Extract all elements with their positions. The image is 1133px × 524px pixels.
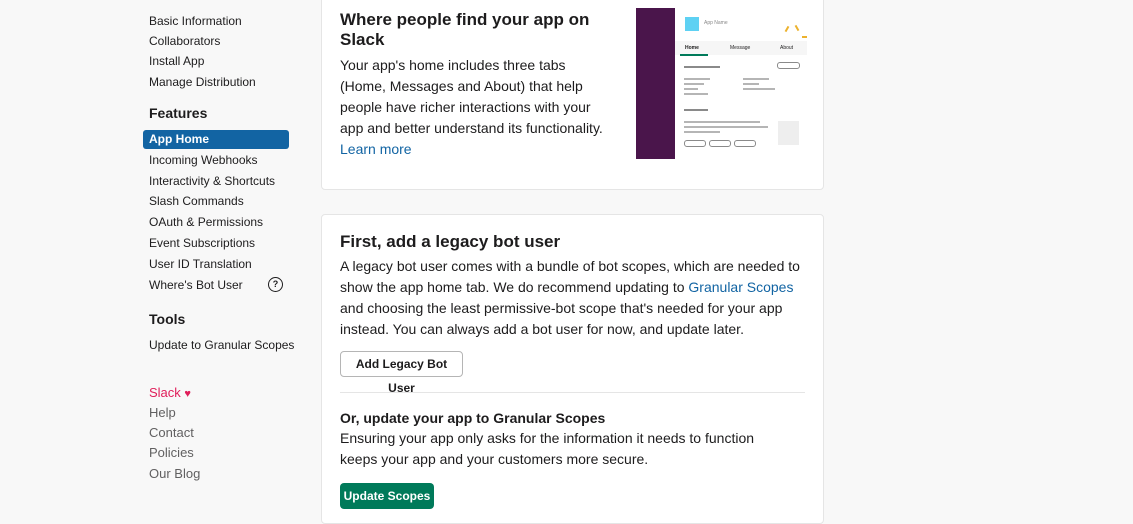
legacy-bot-text-2: and choosing the least permissive-bot sc… (340, 300, 783, 337)
app-home-info-title: Where people find your app on Slack (340, 10, 590, 49)
sidebar-item-install-app[interactable]: Install App (149, 53, 204, 69)
heart-icon: ♥ (184, 388, 191, 400)
update-scopes-button[interactable]: Update Scopes (340, 483, 434, 509)
illustration-tab-home: Home (685, 45, 699, 51)
illustration-line (684, 126, 768, 128)
sidebar-item-manage-distribution[interactable]: Manage Distribution (149, 74, 256, 90)
illustration-line (743, 88, 775, 90)
sidebar-nav: Basic Information Collaborators Install … (0, 0, 300, 510)
footer-contact-link[interactable]: Contact (149, 425, 194, 441)
illustration-app-name: App Name (704, 20, 728, 26)
footer-slack-link[interactable]: Slack ♥ (149, 385, 191, 402)
features-heading: Features (149, 105, 208, 121)
illustration-line (684, 78, 710, 80)
sidebar-item-oauth-permissions[interactable]: OAuth & Permissions (149, 214, 263, 230)
sparkle-ray (784, 25, 790, 33)
sidebar-item-basic-information[interactable]: Basic Information (149, 13, 242, 29)
sidebar-item-update-granular-scopes[interactable]: Update to Granular Scopes (149, 337, 294, 353)
update-scopes-heading: Or, update your app to Granular Scopes (340, 410, 606, 426)
question-circle-icon[interactable]: ? (268, 277, 283, 292)
illustration-tab-underline (680, 54, 708, 56)
illustration-app-icon (685, 17, 699, 31)
illustration-button (709, 140, 731, 147)
sparkle-icon (794, 24, 800, 32)
sidebar-item-app-home[interactable]: App Home (143, 130, 289, 149)
illustration-image (778, 121, 799, 145)
sidebar-item-collaborators[interactable]: Collaborators (149, 33, 220, 49)
sidebar-item-slash-commands[interactable]: Slash Commands (149, 193, 244, 209)
footer-blog-link[interactable]: Our Blog (149, 466, 200, 482)
app-home-info-description: Your app's home includes three tabs (Hom… (340, 55, 610, 160)
app-home-info-text: Your app's home includes three tabs (Hom… (340, 57, 603, 136)
app-home-illustration: App Name Home Message About (636, 8, 807, 159)
illustration-button (777, 62, 800, 69)
learn-more-link[interactable]: Learn more (340, 141, 412, 157)
sidebar-item-wheres-bot-user[interactable]: Where's Bot User (149, 277, 243, 293)
legacy-bot-description: A legacy bot user comes with a bundle of… (340, 256, 805, 340)
illustration-line (684, 121, 760, 123)
illustration-tab-about: About (780, 45, 794, 51)
illustration-line (684, 83, 704, 85)
illustration-sidebar (636, 8, 675, 159)
illustration-line (743, 83, 759, 85)
illustration-line (684, 66, 720, 68)
granular-scopes-link[interactable]: Granular Scopes (688, 279, 793, 295)
sidebar-item-interactivity-shortcuts[interactable]: Interactivity & Shortcuts (149, 173, 275, 189)
footer-policies-link[interactable]: Policies (149, 445, 194, 461)
sidebar-item-user-id-translation[interactable]: User ID Translation (149, 256, 252, 272)
update-scopes-description: Ensuring your app only asks for the info… (340, 430, 755, 467)
legacy-bot-title: First, add a legacy bot user (340, 232, 561, 251)
illustration-button (734, 140, 756, 147)
illustration-line (684, 93, 708, 95)
illustration-line (743, 78, 769, 80)
illustration-line (684, 88, 698, 90)
illustration-button (684, 140, 706, 147)
illustration-line (684, 131, 720, 133)
footer-slack-label: Slack (149, 385, 181, 400)
footer-help-link[interactable]: Help (149, 405, 176, 421)
sidebar-item-incoming-webhooks[interactable]: Incoming Webhooks (149, 152, 258, 168)
illustration-tab-message: Message (730, 45, 751, 51)
card-divider (340, 392, 805, 393)
add-legacy-bot-user-button[interactable]: Add Legacy Bot User (340, 351, 463, 395)
sidebar-item-event-subscriptions[interactable]: Event Subscriptions (149, 235, 255, 251)
tools-heading: Tools (149, 311, 186, 327)
sparkle-ray (802, 36, 807, 38)
illustration-line (684, 109, 708, 111)
